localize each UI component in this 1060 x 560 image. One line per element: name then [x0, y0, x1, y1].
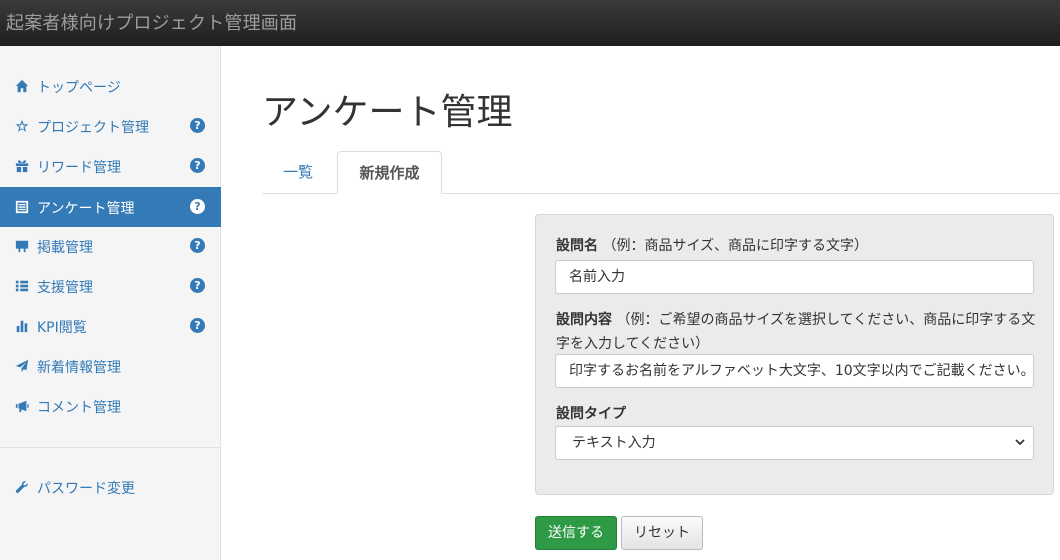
gift-icon — [14, 158, 30, 174]
sidebar-item-survey[interactable]: アンケート管理 ? — [0, 187, 221, 227]
wrench-icon — [14, 479, 30, 495]
tab-new[interactable]: 新規作成 — [337, 151, 442, 194]
top-navbar: 起案者様向けプロジェクト管理画面 — [0, 0, 1060, 46]
sidebar-item-label: トップページ — [37, 80, 121, 96]
sidebar-divider — [0, 447, 221, 448]
help-icon[interactable]: ? — [190, 238, 205, 253]
home-icon — [14, 78, 30, 94]
sidebar-item-project[interactable]: プロジェクト管理 ? — [0, 106, 221, 146]
question-content-hint: （例：ご希望の商品サイズを選択してください、商品に印字する文 — [616, 312, 1036, 328]
sidebar-item-support[interactable]: 支援管理 ? — [0, 266, 221, 306]
help-icon[interactable]: ? — [190, 318, 205, 333]
sidebar-item-reward[interactable]: リワード管理 ? — [0, 146, 221, 186]
app-title[interactable]: 起案者様向けプロジェクト管理画面 — [6, 9, 297, 35]
sidebar-item-label: 掲載管理 — [37, 240, 93, 256]
question-content-label: 設問内容 （例：ご希望の商品サイズを選択してください、商品に印字する文 — [556, 309, 1035, 329]
page-title: アンケート管理 — [262, 92, 513, 133]
sidebar-item-label: パスワード変更 — [37, 481, 135, 497]
chevron-down-icon — [1015, 439, 1025, 446]
sidebar-item-news[interactable]: 新着情報管理 — [0, 346, 221, 386]
submit-button[interactable]: 送信する — [535, 516, 617, 550]
question-content-title: 設問内容 — [556, 312, 612, 328]
sidebar-item-label: 新着情報管理 — [37, 360, 121, 376]
sidebar-item-label: プロジェクト管理 — [37, 120, 149, 136]
question-name-hint: （例：商品サイズ、商品に印字する文字） — [602, 238, 869, 254]
blackboard-icon — [14, 238, 30, 254]
star-outline-icon — [14, 118, 30, 134]
help-icon[interactable]: ? — [190, 278, 205, 293]
sidebar-item-comment[interactable]: コメント管理 — [0, 386, 221, 426]
help-icon[interactable]: ? — [190, 199, 205, 214]
send-icon — [14, 358, 30, 374]
question-name-input[interactable]: 名前入力 — [555, 260, 1034, 294]
sidebar-item-label: リワード管理 — [37, 160, 121, 176]
sidebar-item-password[interactable]: パスワード変更 — [0, 467, 221, 507]
bar-chart-icon — [14, 318, 30, 334]
list-icon — [14, 278, 30, 294]
question-form-panel: 設問名 （例：商品サイズ、商品に印字する文字） 名前入力 設問内容 （例：ご希望… — [535, 214, 1054, 495]
help-icon[interactable]: ? — [190, 158, 205, 173]
sidebar-item-kpi[interactable]: KPI閲覧 ? — [0, 306, 221, 346]
sidebar-item-label: 支援管理 — [37, 280, 93, 296]
question-content-hint-line2: 字を入力してください） — [556, 336, 710, 352]
question-type-select[interactable]: テキスト入力 — [555, 426, 1034, 460]
question-type-label: 設問タイプ — [556, 403, 626, 423]
question-name-label: 設問名 （例：商品サイズ、商品に印字する文字） — [556, 235, 868, 255]
sidebar-item-listing[interactable]: 掲載管理 ? — [0, 226, 221, 266]
sidebar-item-top-page[interactable]: トップページ — [0, 66, 221, 106]
question-type-title: 設問タイプ — [556, 406, 626, 422]
reset-button[interactable]: リセット — [621, 516, 703, 550]
bullhorn-icon — [14, 398, 30, 414]
list-alt-icon — [14, 199, 30, 215]
sidebar-item-label: アンケート管理 — [37, 201, 135, 217]
question-name-title: 設問名 — [556, 238, 598, 254]
sidebar: トップページ プロジェクト管理 ? リワード管理 ? アンケート管理 ? 掲載管… — [0, 46, 221, 560]
help-icon[interactable]: ? — [190, 118, 205, 133]
tab-list[interactable]: 一覧 — [262, 151, 334, 194]
sidebar-item-label: KPI閲覧 — [37, 320, 87, 336]
question-content-input[interactable]: 印字するお名前をアルファベット大文字、10文字以内でご記載ください。 — [555, 354, 1034, 388]
sidebar-item-label: コメント管理 — [37, 400, 121, 416]
question-type-value: テキスト入力 — [572, 435, 656, 451]
